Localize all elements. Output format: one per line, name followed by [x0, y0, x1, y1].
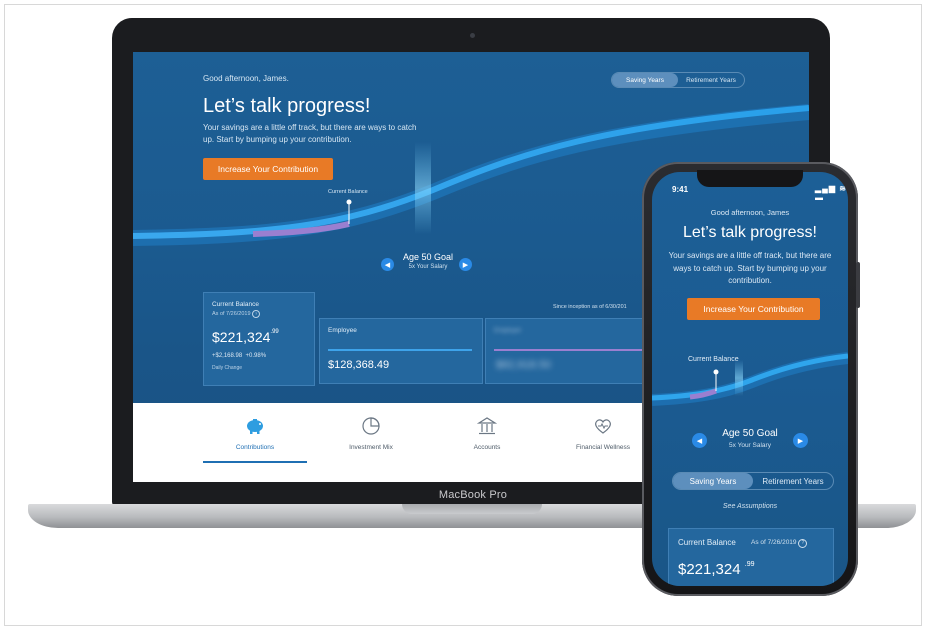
laptop-notch [402, 504, 542, 514]
employee-value: $128,368.49 [328, 359, 390, 371]
tab-investment-mix[interactable]: Investment Mix [319, 403, 423, 482]
page-title: Let’s talk progress! [683, 224, 817, 241]
as-of-date: As of 7/26/2019 ? [751, 539, 808, 548]
phone-notch [697, 170, 803, 187]
years-toggle[interactable]: Saving Years Retirement Years [672, 472, 834, 490]
current-balance-dot [713, 369, 719, 375]
phone-side-button [856, 262, 860, 308]
increase-contribution-button[interactable]: Increase Your Contribution [687, 298, 820, 320]
card-label: Current Balance [212, 301, 259, 308]
retirement-years-tab[interactable]: Retirement Years [753, 473, 833, 489]
daily-change: +$2,168.98 +0.98% [212, 353, 267, 359]
employee-card[interactable]: Employee $128,368.49 [319, 318, 483, 384]
laptop-camera [470, 33, 475, 38]
active-tab-indicator [203, 461, 307, 463]
tab-contributions[interactable]: Contributions [203, 403, 307, 482]
status-icons: ▂▄▆ ≋ ▬ [815, 184, 847, 202]
phone-screen: 9:41 ▂▄▆ ≋ ▬ Good afternoon, James Let’s… [652, 172, 848, 586]
since-inception-note: Since inception as of 6/30/201 [553, 304, 627, 310]
current-balance-dot [346, 199, 352, 205]
increase-contribution-button[interactable]: Increase Your Contribution [203, 158, 333, 180]
tab-label: Investment Mix [349, 444, 393, 451]
saving-years-tab[interactable]: Saving Years [612, 73, 678, 87]
card-label: Employer [494, 327, 522, 334]
info-icon[interactable]: ? [252, 310, 261, 318]
chevron-right-icon: ▶ [462, 261, 469, 269]
years-toggle[interactable]: Saving Years Retirement Years [611, 72, 745, 88]
subtitle: Your savings are a little off track, but… [668, 251, 832, 285]
pie-chart-icon [360, 415, 382, 437]
tab-financial-wellness[interactable]: Financial Wellness [551, 403, 655, 482]
card-label: Employee [328, 327, 357, 334]
heart-icon [592, 415, 614, 437]
next-goal-button[interactable]: ▶ [793, 433, 808, 448]
current-balance-card[interactable]: Current Balance As of 7/26/2019 ? $221,3… [668, 528, 834, 586]
saving-years-tab[interactable]: Saving Years [673, 473, 753, 489]
current-balance-marker-label: Current Balance [688, 356, 739, 363]
see-assumptions-link[interactable]: See Assumptions [652, 503, 848, 510]
goal-display: Age 50 Goal 5x Your Salary [700, 428, 800, 449]
info-icon[interactable]: ? [798, 539, 808, 548]
page-title: Let’s talk progress! [203, 95, 371, 117]
card-label: Current Balance [678, 538, 736, 547]
status-time: 9:41 [672, 185, 689, 194]
balance-value: $221,324.99 [212, 329, 279, 345]
device-label: MacBook Pro [438, 489, 508, 501]
tab-accounts[interactable]: Accounts [435, 403, 539, 482]
current-balance-marker-label: Current Balance [328, 189, 368, 195]
subtitle: Your savings are a little off track, but… [203, 123, 417, 144]
goal-title: Age 50 Goal [722, 428, 778, 439]
daily-change-label: Daily Change [212, 365, 243, 371]
balance-cents: .99 [744, 561, 755, 568]
tab-label: Financial Wellness [575, 444, 631, 451]
goal-subtitle: 5x Your Salary [729, 442, 771, 449]
employee-bar [328, 349, 472, 351]
balance-value: $221,324 .99 [678, 561, 755, 578]
tab-label: Contributions [235, 444, 275, 451]
employer-value: $82,918.50 [496, 359, 552, 371]
employer-card[interactable]: Employer $82,918.50 [485, 318, 657, 384]
as-of-date: As of 7/26/2019 ? [212, 310, 261, 318]
balance-cents: .99 [270, 329, 279, 335]
current-balance-card[interactable]: Current Balance As of 7/26/2019 ? $221,3… [203, 292, 315, 386]
employer-bar [494, 349, 646, 351]
greeting: Good afternoon, James. [203, 74, 289, 83]
bank-icon [476, 415, 498, 437]
piggy-bank-icon [244, 415, 266, 437]
retirement-years-tab[interactable]: Retirement Years [678, 73, 744, 87]
next-goal-button[interactable]: ▶ [459, 258, 472, 271]
chevron-right-icon: ▶ [797, 437, 804, 445]
tab-label: Accounts [473, 444, 501, 451]
greeting: Good afternoon, James [710, 208, 790, 217]
